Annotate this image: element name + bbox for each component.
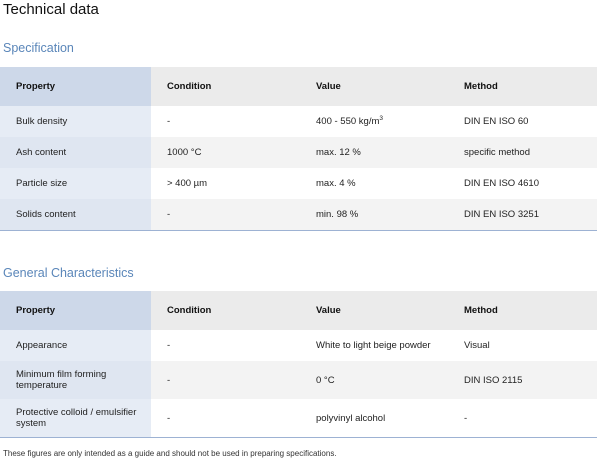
value-cell: White to light beige powder — [316, 340, 431, 351]
page-title: Technical data — [3, 1, 99, 18]
column-header-property: Property — [0, 291, 151, 330]
condition-cell: - — [167, 340, 171, 351]
table-row: Appearance - White to light beige powder… — [0, 330, 597, 361]
property-cell: Minimum film forming temperature — [0, 361, 151, 399]
value-text: 400 - 550 kg/m — [316, 116, 380, 127]
column-header-method: Method — [448, 291, 597, 330]
method-cell: DIN EN ISO 3251 — [448, 199, 597, 231]
table-row: Protective colloid / emulsifier system -… — [0, 399, 597, 438]
table-header-row: Property Condition Value Method — [0, 67, 597, 106]
condition-cell: 1000 °C — [151, 137, 300, 168]
section-title-specification: Specification — [3, 41, 74, 55]
property-cell: Bulk density — [0, 106, 151, 137]
specification-table: Property Condition Value Method Bulk den… — [0, 67, 597, 231]
property-cell: Ash content — [0, 137, 151, 168]
method-cell: DIN EN ISO 4610 — [464, 178, 539, 189]
table-row: Solids content - min. 98 % DIN EN ISO 32… — [0, 199, 597, 231]
property-cell: Particle size — [0, 168, 151, 199]
value-cell: polyvinyl alcohol — [300, 399, 448, 438]
column-header-condition: Condition — [151, 67, 300, 106]
method-cell: - — [448, 399, 597, 438]
column-header-value: Value — [300, 291, 448, 330]
property-cell: Appearance — [0, 330, 151, 361]
table-row: Particle size > 400 µm max. 4 % DIN EN I… — [0, 168, 597, 199]
condition-cell: - — [151, 199, 300, 231]
column-header-condition: Condition — [151, 291, 300, 330]
method-cell: Visual — [464, 340, 490, 351]
condition-cell: - — [151, 361, 300, 399]
value-cell: min. 98 % — [300, 199, 448, 231]
column-header-property: Property — [0, 67, 151, 106]
value-cell: max. 12 % — [300, 137, 448, 168]
condition-cell: - — [151, 399, 300, 438]
method-cell: specific method — [448, 137, 597, 168]
column-header-method: Method — [448, 67, 597, 106]
section-title-general-characteristics: General Characteristics — [3, 266, 134, 280]
condition-cell: > 400 µm — [167, 178, 208, 189]
method-cell: DIN ISO 2115 — [448, 361, 597, 399]
table-row: Ash content 1000 °C max. 12 % specific m… — [0, 137, 597, 168]
superscript-exponent: 3 — [379, 114, 383, 122]
value-cell: 400 - 550 kg/m3 — [300, 106, 448, 137]
property-cell: Protective colloid / emulsifier system — [0, 399, 151, 438]
table-header-row: Property Condition Value Method — [0, 291, 597, 330]
table-row: Minimum film forming temperature - 0 °C … — [0, 361, 597, 399]
footnote: These figures are only intended as a gui… — [3, 449, 337, 458]
value-cell: max. 4 % — [316, 178, 356, 189]
method-cell: DIN EN ISO 60 — [464, 116, 529, 127]
value-cell: 0 °C — [300, 361, 448, 399]
column-header-value: Value — [300, 67, 448, 106]
property-cell: Solids content — [0, 199, 151, 231]
condition-cell: - — [167, 116, 171, 127]
general-characteristics-table: Property Condition Value Method Appearan… — [0, 291, 597, 438]
table-row: Bulk density - 400 - 550 kg/m3 DIN EN IS… — [0, 106, 597, 137]
